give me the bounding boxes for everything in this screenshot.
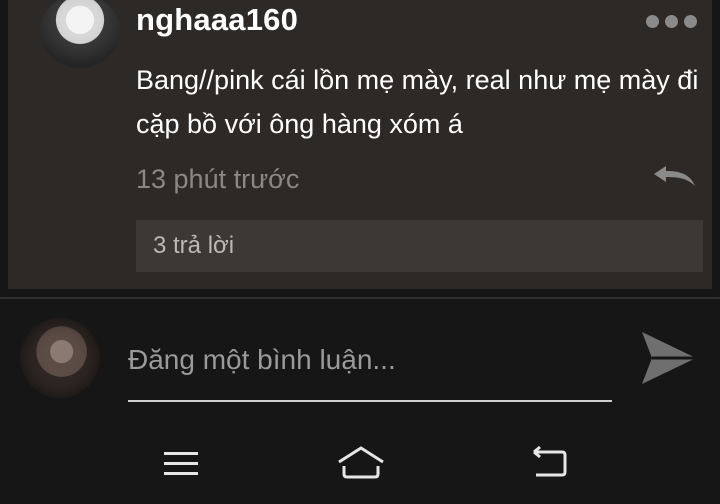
- home-icon[interactable]: [336, 444, 386, 484]
- back-icon[interactable]: [528, 444, 570, 484]
- send-icon[interactable]: [640, 330, 698, 386]
- comment-text: Bang//pink cái lồn mẹ mày, real như mẹ m…: [136, 65, 699, 139]
- more-horizontal-icon[interactable]: [646, 10, 702, 32]
- comment-timestamp: 13 phút trước: [136, 164, 300, 194]
- comment-input[interactable]: [128, 332, 612, 402]
- reply-arrow-icon[interactable]: [652, 164, 696, 188]
- view-replies-button[interactable]: 3 trả lời: [136, 220, 703, 272]
- replies-count-label: 3 trả lời: [153, 232, 235, 259]
- commenter-username[interactable]: nghaaa160: [136, 2, 298, 38]
- current-user-avatar: [20, 318, 100, 398]
- section-divider: [0, 297, 720, 299]
- comment-card: nghaaa160 Bang//pink cái lồn mẹ mày, rea…: [8, 0, 712, 289]
- system-navigation-bar: [0, 420, 720, 504]
- commenter-avatar[interactable]: [40, 0, 120, 68]
- menu-icon[interactable]: [160, 444, 202, 484]
